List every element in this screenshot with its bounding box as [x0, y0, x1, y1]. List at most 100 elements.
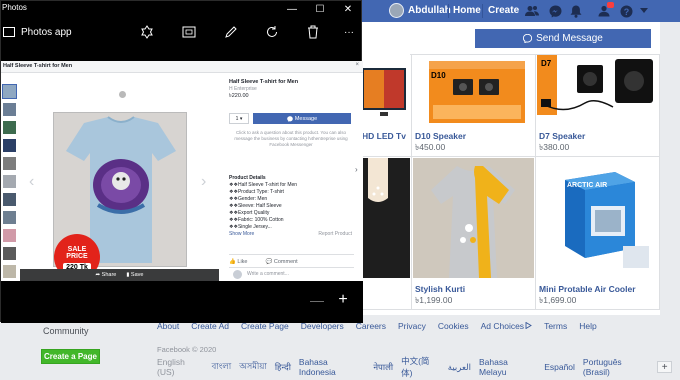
inner-comment-label: Comment — [273, 259, 298, 265]
inner-report-product: Report Product — [318, 231, 352, 237]
messenger-icon[interactable] — [547, 3, 563, 19]
inner-detail-line: ❖❖Sleeve: Half Sleeve — [229, 203, 282, 209]
thumbnail — [3, 247, 16, 260]
enhance-icon[interactable] — [139, 24, 155, 40]
product-title-d7-speaker[interactable]: D7 Speaker — [539, 131, 585, 141]
pages-notification-badge — [607, 2, 614, 8]
rotate-icon[interactable] — [264, 24, 280, 40]
inner-comment: 💬 Comment — [265, 259, 298, 265]
user-avatar[interactable] — [389, 3, 404, 18]
d7-box-label: D7 — [541, 59, 552, 68]
photos-title-bar[interactable]: Photos — ☐ ✕ — [1, 1, 361, 17]
account-menu-caret-icon[interactable] — [636, 3, 652, 19]
grid-divider — [362, 156, 660, 157]
facebook-top-bar: Abdullah Home Create ? — [362, 0, 680, 22]
inner-commenter-avatar — [233, 270, 242, 279]
inner-comment-placeholder: Write a comment... — [247, 271, 289, 277]
inner-save: ▮ Save — [126, 272, 144, 278]
friend-requests-icon[interactable] — [524, 3, 540, 19]
sale-badge-top: SALE — [67, 246, 87, 253]
language-link[interactable]: অসমীয়া — [239, 360, 267, 374]
thumbnail — [3, 229, 16, 242]
product-image-d7-speaker[interactable]: D7 — [537, 55, 658, 123]
grid-divider — [659, 54, 660, 309]
slideshow-icon[interactable] — [181, 24, 197, 40]
d10-box-label: D10 — [431, 71, 446, 80]
nav-divider — [482, 4, 483, 18]
inner-viewer-header: Half Sleeve T-shirt for Men × — [1, 61, 363, 73]
language-link[interactable]: Português (Brasil) — [583, 357, 649, 377]
create-a-page-button[interactable]: Create a Page — [41, 349, 100, 364]
next-panel-icon: › — [355, 165, 358, 174]
maximize-button[interactable]: ☐ — [306, 1, 334, 17]
ad-choices-label: Ad Choices — [480, 321, 525, 331]
hanger-hook — [119, 91, 126, 98]
community-heading: Community — [43, 326, 89, 336]
language-link[interactable]: Español — [544, 362, 575, 372]
inner-detail-line: ❖❖Export Quality — [229, 210, 270, 216]
close-button[interactable]: ✕ — [334, 1, 362, 17]
thumbnail — [3, 265, 16, 278]
inner-messenger-icon — [287, 115, 293, 122]
inner-see-more: Show More — [229, 231, 255, 237]
notifications-bell-icon[interactable] — [568, 3, 584, 19]
product-title-air-cooler[interactable]: Mini Protable Air Cooler — [539, 284, 636, 294]
language-link[interactable]: हिन्दी — [275, 362, 291, 373]
language-link[interactable]: বাংলা — [212, 360, 232, 374]
product-title-stylish-kurti[interactable]: Stylish Kurti — [415, 284, 465, 294]
product-image-dress[interactable] — [362, 158, 410, 278]
send-message-button[interactable]: Send Message — [475, 29, 651, 48]
inner-save-label: Save — [130, 272, 144, 278]
grid-divider — [535, 54, 536, 309]
inner-price: ৳220.00 — [229, 93, 249, 99]
messenger-icon — [523, 34, 533, 43]
ad-choices-icon — [525, 321, 532, 330]
photos-app-window: Photos — ☐ ✕ Photos app ··· Half Sleeve … — [0, 0, 363, 323]
grid-divider — [362, 309, 660, 310]
window-title: Photos — [2, 3, 27, 12]
thumbnail — [3, 121, 16, 134]
zoom-out-button[interactable]: — — [310, 292, 324, 308]
product-image-stylish-kurti[interactable] — [413, 158, 534, 278]
thumbnail — [3, 211, 16, 224]
product-title-tv[interactable]: HD LED Tv — [362, 131, 406, 141]
more-icon[interactable]: ··· — [341, 24, 357, 40]
footer-link-help[interactable]: Help — [579, 321, 596, 331]
inner-like-comment-row: 👍 Like 💬 Comment — [229, 254, 354, 265]
language-link[interactable]: Bahasa Melayu — [479, 357, 536, 377]
photos-app-name[interactable]: Photos app — [21, 27, 72, 38]
inner-caption: Half Sleeve T-shirt for Men — [3, 63, 73, 69]
product-image-d10-speaker[interactable]: D10 — [413, 55, 534, 123]
footer-link-privacy[interactable]: Privacy — [398, 321, 426, 331]
user-name-link[interactable]: Abdullah — [408, 5, 451, 16]
help-icon[interactable]: ? — [618, 3, 634, 19]
footer-link-ad-choices[interactable]: Ad Choices — [481, 321, 532, 331]
nav-divider — [448, 4, 449, 18]
thumbnail — [2, 84, 17, 99]
inner-detail-line: ❖❖Single Jersey... — [229, 224, 272, 230]
copyright-text: Facebook © 2020 — [157, 345, 217, 354]
product-image-tv[interactable] — [362, 54, 410, 122]
minimize-button[interactable]: — — [278, 1, 306, 17]
inner-share-label: Share — [101, 272, 117, 278]
photo-canvas[interactable]: Half Sleeve T-shirt for Men × ‹ › › SALE — [1, 61, 363, 281]
zoom-in-button[interactable]: + — [335, 291, 351, 308]
language-link[interactable]: 中文(简体) — [401, 355, 440, 379]
footer-link-cookies[interactable]: Cookies — [438, 321, 469, 331]
thumbnail — [3, 175, 16, 188]
nav-create-link[interactable]: Create — [488, 5, 519, 16]
inner-close-icon: × — [355, 62, 359, 68]
language-link[interactable]: العربية — [448, 362, 471, 373]
add-language-button[interactable]: + — [657, 361, 673, 373]
language-link[interactable]: नेपाली — [373, 362, 393, 373]
edit-icon[interactable] — [223, 24, 239, 40]
product-title-d10-speaker[interactable]: D10 Speaker — [415, 131, 466, 141]
footer-link-terms[interactable]: Terms — [544, 321, 567, 331]
product-image-air-cooler[interactable]: ARCTIC AIR — [537, 158, 658, 278]
delete-icon[interactable] — [305, 24, 321, 40]
air-cooler-box-label: ARCTIC AIR — [567, 182, 608, 189]
next-photo-icon: › — [201, 173, 207, 190]
product-price-d7-speaker: ৳380.00 — [539, 142, 570, 152]
nav-home-link[interactable]: Home — [453, 5, 481, 16]
language-link[interactable]: Bahasa Indonesia — [299, 357, 365, 377]
